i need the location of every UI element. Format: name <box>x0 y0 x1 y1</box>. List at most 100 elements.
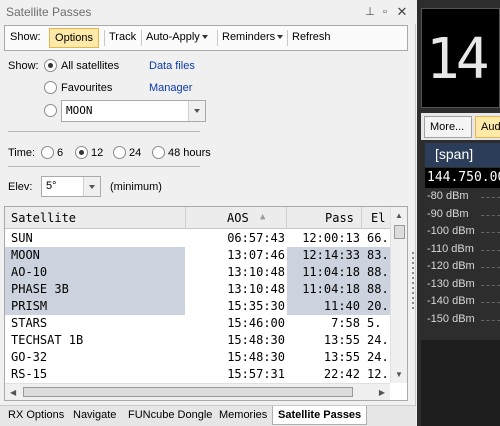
scroll-left-icon[interactable]: ◀ <box>10 388 16 397</box>
cell-aos: 15:57:31 <box>227 367 285 381</box>
cell-aos: 06:57:43 <box>227 231 285 245</box>
passes-table: Satellite AOS ▲ Pass El SUN 06:57:43 12:00… <box>4 206 408 401</box>
cell-aos: 15:48:30 <box>227 333 285 347</box>
cell-pass: 11:40 <box>323 299 360 313</box>
chevron-down-icon <box>277 35 284 40</box>
audio-button[interactable]: Aud <box>475 116 500 138</box>
panel-titlebar: Satellite Passes ⊥ ▫ ✕ <box>0 0 416 24</box>
toolbar-separator <box>287 30 288 46</box>
elevation-select[interactable]: 5° <box>41 176 101 197</box>
column-divider[interactable] <box>185 207 186 229</box>
cell-aos: 13:10:48 <box>227 265 285 279</box>
cell-el: 5. <box>367 316 382 330</box>
radio-favourites[interactable] <box>44 81 57 94</box>
scroll-down-icon[interactable]: ▼ <box>395 370 403 379</box>
time-label: Time: <box>8 147 36 159</box>
cell-pass: 7:58 <box>331 316 360 330</box>
menu-icon[interactable]: ▫ <box>378 4 392 20</box>
cell-pass: 11:04:18 <box>302 282 360 296</box>
toolbar-separator <box>141 30 142 46</box>
horizontal-scrollbar[interactable]: ◀ ▶ <box>5 383 390 400</box>
cell-el: 88. <box>367 282 389 296</box>
cell-pass: 12:00:13 <box>302 231 360 245</box>
tab-funcube-dongle[interactable]: FUNcube Dongle <box>128 408 212 422</box>
satellite-passes-panel: Satellite Passes ⊥ ▫ ✕ Show: Options Tra… <box>0 0 416 426</box>
cell-satellite: GO-32 <box>11 350 48 364</box>
lcd-digits: 14 <box>426 27 489 92</box>
tab-satellite-passes[interactable]: Satellite Passes <box>272 406 368 425</box>
table-row[interactable]: GO-32 15:48:30 13:55 24. <box>5 349 390 366</box>
cell-satellite: PHASE 3B <box>11 282 69 296</box>
splitter-grip[interactable] <box>409 252 417 312</box>
reminders-button[interactable]: Reminders <box>222 31 284 43</box>
favourites-label: Favourites <box>61 82 113 94</box>
close-icon[interactable]: ✕ <box>395 4 409 20</box>
radio-all-satellites[interactable] <box>44 59 57 72</box>
table-row[interactable]: AO-10 13:10:48 11:04:18 88. <box>5 264 390 281</box>
vertical-scrollbar[interactable]: ▲ ▼ <box>390 207 407 383</box>
dbm-tick-label: -80 dBm <box>427 190 500 202</box>
table-row[interactable]: MOON 13:07:46 12:14:33 83. <box>5 247 390 264</box>
column-header-el[interactable]: El <box>371 211 385 225</box>
show-label: Show: <box>8 60 39 72</box>
more-button[interactable]: More... <box>424 116 472 138</box>
track-button[interactable]: Track <box>109 31 136 43</box>
cell-el: 83. <box>367 248 389 262</box>
cell-pass: 13:55 <box>323 350 360 364</box>
cell-satellite: SUN <box>11 231 33 245</box>
pin-icon[interactable]: ⊥ <box>363 4 377 20</box>
auto-apply-button[interactable]: Auto-Apply <box>146 31 208 43</box>
cell-el: 66. <box>367 231 389 245</box>
tab-rx-options[interactable]: RX Options <box>8 408 64 422</box>
data-files-manager-link[interactable]: Manager <box>149 82 192 94</box>
toolbar: Show: Options Track Auto-Apply Reminders… <box>4 25 408 51</box>
table-row[interactable]: SUN 06:57:43 12:00:13 66. <box>5 230 390 247</box>
cell-pass: 22:42 <box>323 367 360 381</box>
chevron-down-icon[interactable] <box>83 177 100 196</box>
scroll-up-icon[interactable]: ▲ <box>395 211 403 220</box>
satellite-select[interactable]: MOON <box>61 100 206 122</box>
table-row[interactable]: TECHSAT 1B 15:48:30 13:55 24. <box>5 332 390 349</box>
dbm-tick-label: -110 dBm <box>427 242 500 255</box>
cell-satellite: RS-15 <box>11 367 48 381</box>
scroll-thumb[interactable] <box>23 387 353 397</box>
scroll-thumb[interactable] <box>394 225 405 239</box>
tab-navigate[interactable]: Navigate <box>73 408 116 422</box>
column-header-aos[interactable]: AOS <box>227 211 249 225</box>
radio-time-6[interactable] <box>41 146 54 159</box>
cell-el: 24. <box>367 350 389 364</box>
table-row[interactable]: STARS 15:46:00 7:58 5. <box>5 315 390 332</box>
chevron-down-icon[interactable] <box>188 101 205 121</box>
cell-satellite: AO-10 <box>11 265 48 279</box>
column-divider[interactable] <box>361 207 362 229</box>
chevron-down-icon <box>201 35 208 40</box>
table-body: SUN 06:57:43 12:00:13 66. MOON 13:07:46 12:14:… <box>5 230 390 383</box>
elevation-value: 5° <box>46 180 57 192</box>
scroll-right-icon[interactable]: ▶ <box>379 388 385 397</box>
toolbar-separator <box>217 30 218 46</box>
table-row[interactable]: PHASE 3B 13:10:48 11:04:18 88. <box>5 281 390 298</box>
table-row[interactable]: RS-15 15:57:31 22:42 12. <box>5 366 390 383</box>
cell-el: 20. <box>367 299 389 313</box>
column-divider[interactable] <box>286 207 287 229</box>
radio-time-48[interactable] <box>152 146 165 159</box>
column-header-satellite[interactable]: Satellite <box>11 211 76 225</box>
frequency-readout[interactable]: 144.750.00 <box>425 168 500 188</box>
sort-ascending-icon: ▲ <box>260 212 266 222</box>
refresh-button[interactable]: Refresh <box>292 31 331 43</box>
radio-single-satellite[interactable] <box>44 104 57 117</box>
column-header-pass[interactable]: Pass <box>325 211 354 225</box>
cell-aos: 15:35:30 <box>227 299 285 313</box>
table-row[interactable]: PRISM 15:35:30 11:40 20. <box>5 298 390 315</box>
cell-satellite: MOON <box>11 248 40 262</box>
cell-satellite: TECHSAT 1B <box>11 333 84 347</box>
options-button[interactable]: Options <box>49 28 99 48</box>
data-files-link[interactable]: Data files <box>149 60 195 72</box>
radio-time-24[interactable] <box>113 146 126 159</box>
radio-time-12[interactable] <box>75 146 88 159</box>
cell-el: 24. <box>367 333 389 347</box>
cell-aos: 13:07:46 <box>227 248 285 262</box>
table-header: Satellite AOS ▲ Pass El <box>5 207 390 229</box>
tab-memories[interactable]: Memories <box>219 408 267 422</box>
panel-title: Satellite Passes <box>6 5 92 19</box>
